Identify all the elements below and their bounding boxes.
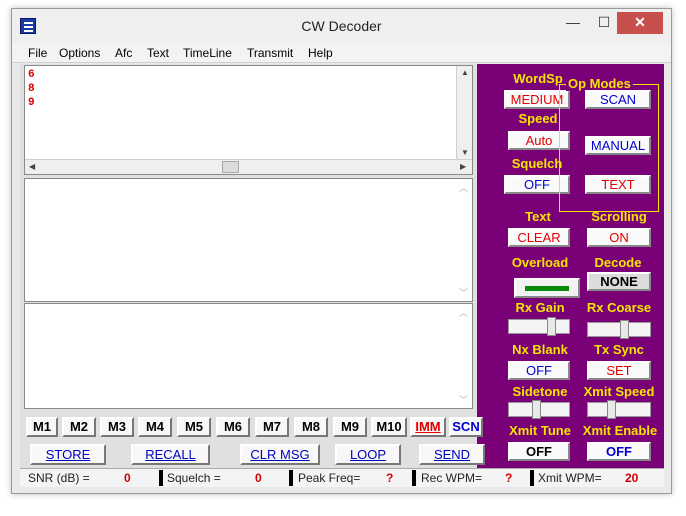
xmit-wpm-label: Xmit WPM= [538,471,602,485]
scroll-up-icon[interactable]: ▲ [461,68,469,77]
decode-label: Decode [594,255,642,270]
overload-label: Overload [511,255,569,270]
transmit-pane[interactable]: ︿ ﹀ [24,303,473,409]
rx-coarse-slider[interactable] [587,320,651,339]
menu-file[interactable]: File [28,46,47,60]
memory-button-m9[interactable]: M9 [333,417,367,437]
scroll-left-icon[interactable]: ◀ [29,162,35,171]
menu-help[interactable]: Help [308,46,333,60]
slider-knob[interactable] [532,400,541,419]
menu-afc[interactable]: Afc [115,46,132,60]
scn-button[interactable]: SCN [449,417,483,437]
overload-bar [525,286,569,291]
scroll-right-icon[interactable]: ▶ [460,162,466,171]
send-button[interactable]: SEND [419,444,485,465]
text-mode-button[interactable]: TEXT [585,175,651,194]
scroll-thumb[interactable] [222,161,239,173]
snr-label: SNR (dB) = [28,471,90,485]
xmit-speed-slider[interactable] [587,400,651,419]
decoded-lines: 6 8 9 [28,68,35,110]
menu-bar: File Options Afc Text TimeLine Transmit … [12,43,671,63]
memory-button-m1[interactable]: M1 [26,417,58,437]
status-separator [530,470,534,486]
store-button[interactable]: STORE [30,444,106,465]
snr-value: 0 [124,471,131,485]
memory-button-m2[interactable]: M2 [62,417,96,437]
xmit-enable-label: Xmit Enable [582,423,658,438]
scroll-down-icon[interactable]: ▼ [461,148,469,157]
status-bar: SNR (dB) = 0 Squelch = 0 Peak Freq= ? Re… [20,468,664,487]
memory-button-m8[interactable]: M8 [294,417,328,437]
nx-blank-button[interactable]: OFF [508,361,570,380]
xmit-enable-button[interactable]: OFF [587,442,651,461]
xmit-tune-label: Xmit Tune [509,423,571,438]
tx-sync-button[interactable]: SET [587,361,651,380]
decoded-text-pane[interactable]: 6 8 9 ▲ ▼ ◀ ▶ [24,65,473,175]
imm-button[interactable]: IMM [410,417,446,437]
memory-button-m6[interactable]: M6 [216,417,250,437]
text-label: Text [525,209,551,224]
message-pane[interactable]: ︿ ﹀ [24,178,473,302]
status-separator [289,470,293,486]
tx-sync-label: Tx Sync [594,342,644,357]
scrolling-label: Scrolling [591,209,647,224]
squelch-status-value: 0 [255,471,262,485]
xmit-tune-button[interactable]: OFF [508,442,570,461]
status-separator [159,470,163,486]
scrolling-button[interactable]: ON [587,228,651,247]
overload-indicator [514,278,580,298]
minimize-button[interactable]: — [558,12,588,34]
maximize-button[interactable]: ☐ [589,12,619,34]
client-area: 6 8 9 ▲ ▼ ◀ ▶ ︿ ﹀ ︿ ﹀ WordSp MEDIUM Spee… [20,64,664,487]
decoded-line: 8 [28,83,35,95]
decoded-line: 6 [28,69,35,81]
loop-button[interactable]: LOOP [335,444,401,465]
slider-knob[interactable] [607,400,616,419]
peak-freq-value: ? [386,471,394,485]
menu-text[interactable]: Text [147,46,169,60]
scroll-down-icon[interactable]: ﹀ [459,286,468,299]
title-bar: CW Decoder — ☐ ✕ [12,9,671,43]
memory-button-m4[interactable]: M4 [138,417,172,437]
slider-knob[interactable] [620,320,629,339]
memory-button-m10[interactable]: M10 [371,417,407,437]
decode-button[interactable]: NONE [587,272,651,291]
peak-freq-label: Peak Freq= [298,471,361,485]
app-window: CW Decoder — ☐ ✕ File Options Afc Text T… [11,8,672,494]
scan-button[interactable]: SCAN [585,90,651,109]
sidetone-slider[interactable] [508,400,570,419]
status-separator [412,470,416,486]
xmit-speed-label: Xmit Speed [583,384,655,399]
menu-options[interactable]: Options [59,46,100,60]
rec-wpm-label: Rec WPM= [421,471,483,485]
horizontal-scrollbar[interactable]: ◀ ▶ [25,159,472,174]
xmit-wpm-value: 20 [625,471,639,485]
close-button[interactable]: ✕ [617,12,663,34]
rx-gain-slider[interactable] [508,317,570,336]
slider-knob[interactable] [547,317,556,336]
vertical-scrollbar[interactable]: ▲ ▼ [456,66,472,160]
clr-msg-button[interactable]: CLR MSG [240,444,320,465]
rec-wpm-value: ? [505,471,513,485]
scroll-up-icon[interactable]: ︿ [459,306,468,319]
recall-button[interactable]: RECALL [131,444,210,465]
decoded-line: 9 [28,97,35,109]
scroll-down-icon[interactable]: ﹀ [459,393,468,406]
rx-coarse-label: Rx Coarse [586,300,652,315]
nx-blank-label: Nx Blank [512,342,568,357]
op-modes-label: Op Modes [566,76,633,91]
menu-timeline[interactable]: TimeLine [183,46,232,60]
scroll-up-icon[interactable]: ︿ [459,181,468,194]
menu-transmit[interactable]: Transmit [247,46,293,60]
squelch-status-label: Squelch = [167,471,221,485]
clear-button[interactable]: CLEAR [508,228,570,247]
memory-button-m3[interactable]: M3 [100,417,134,437]
sidetone-label: Sidetone [512,384,568,399]
control-panel: WordSp MEDIUM Speed Auto Squelch OFF Op … [477,64,664,484]
memory-button-m5[interactable]: M5 [177,417,211,437]
rx-gain-label: Rx Gain [515,300,565,315]
memory-button-m7[interactable]: M7 [255,417,289,437]
manual-button[interactable]: MANUAL [585,136,651,155]
